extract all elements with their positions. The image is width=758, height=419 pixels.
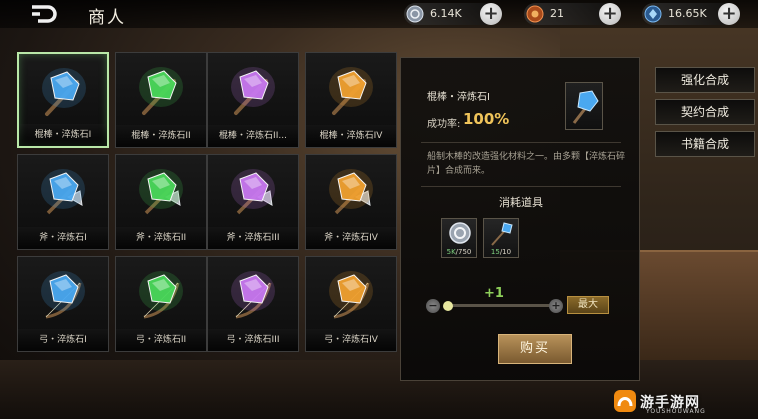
item-cell[interactable]: 弓・淬炼石I	[17, 256, 109, 352]
item-cell[interactable]: 棍棒・淬炼石IV	[305, 52, 397, 148]
refine-stone-icon	[572, 90, 599, 124]
item-cell[interactable]: 弓・淬炼石III	[207, 256, 299, 352]
item-grid: 棍棒・淬炼石I 棍棒・淬炼石II 棍棒・淬炼石II... 棍棒・淬炼石IV 斧・淬炼石I…	[17, 52, 397, 382]
decrease-button[interactable]: −	[426, 299, 440, 313]
item-label: 斧・淬炼石I	[39, 233, 87, 243]
item-label: 棍棒・淬炼石I	[34, 130, 92, 140]
item-label: 棍棒・淬炼石II	[131, 131, 191, 141]
refine-stone-axe-icon	[329, 169, 373, 215]
add-silver-button[interactable]: +	[480, 3, 502, 25]
silver-coin-icon	[449, 222, 471, 244]
item-label: 棍棒・淬炼石IV	[319, 131, 383, 141]
consume-title: 消耗道具	[499, 196, 543, 209]
material-have: 15	[490, 248, 500, 256]
refine-stone-bow-icon	[139, 271, 183, 319]
item-label: 斧・淬炼石IV	[324, 233, 378, 243]
refine-shard-icon	[491, 222, 513, 246]
page-title: 商人	[88, 8, 126, 28]
item-cell[interactable]: 弓・淬炼石II	[115, 256, 207, 352]
quantity-slider[interactable]	[445, 304, 555, 307]
item-label: 弓・淬炼石III	[226, 335, 280, 345]
item-cell[interactable]: 斧・淬炼石IV	[305, 154, 397, 250]
refine-stone-club-icon	[42, 68, 86, 116]
item-label: 弓・淬炼石II	[135, 335, 187, 345]
item-label: 斧・淬炼石II	[135, 233, 187, 243]
refine-stone-bow-icon	[329, 271, 373, 319]
slider-knob[interactable]	[443, 301, 453, 311]
item-cell[interactable]: 弓・淬炼石IV	[305, 256, 397, 352]
refine-stone-club-icon	[139, 67, 183, 115]
add-gem-button[interactable]: +	[718, 3, 740, 25]
refine-stone-bow-icon	[231, 271, 275, 319]
success-rate-value: 100%	[463, 110, 510, 128]
currency-value: 16.65K	[668, 7, 707, 20]
refine-stone-axe-icon	[41, 169, 85, 215]
top-bar: 商人 6.14K + 21 + 16.65K +	[0, 0, 758, 28]
refine-stone-axe-icon	[231, 169, 275, 215]
success-rate-label: 成功率:	[427, 119, 461, 130]
material-need: 10	[502, 248, 512, 256]
back-arrow-icon	[32, 5, 57, 23]
tab-book-synthesis[interactable]: 书籍合成	[655, 131, 755, 157]
item-label: 弓・淬炼石I	[39, 335, 87, 345]
currency-value: 6.14K	[430, 7, 462, 20]
refine-stone-club-icon	[231, 67, 275, 115]
item-cell[interactable]: 斧・淬炼石II	[115, 154, 207, 250]
bronze-token-icon	[526, 5, 544, 23]
material-need: 750	[458, 248, 472, 256]
item-cell[interactable]: 棍棒・淬炼石I	[17, 52, 109, 148]
material-slot[interactable]: 15/10	[483, 218, 519, 258]
material-count: 5K/750	[446, 248, 472, 256]
material-slot[interactable]: 5K/750	[441, 218, 477, 258]
quantity-value: +1	[484, 286, 504, 301]
blue-gem-icon	[644, 5, 662, 23]
divider	[421, 142, 621, 143]
watermark-subtext: YOUSHOUWANG	[646, 408, 706, 415]
buy-button[interactable]: 购买	[498, 334, 572, 364]
silver-coin-icon	[406, 5, 424, 23]
item-label: 弓・淬炼石IV	[324, 335, 378, 345]
tab-contract-synthesis[interactable]: 契约合成	[655, 99, 755, 125]
item-description: 船制木棒的改造强化材料之一。由多颗【淬炼石碎片】合成而来。	[427, 152, 626, 176]
item-name: 棍棒・淬炼石I	[427, 92, 490, 103]
divider	[421, 186, 621, 187]
item-cell[interactable]: 斧・淬炼石I	[17, 154, 109, 250]
item-cell[interactable]: 斧・淬炼石III	[207, 154, 299, 250]
item-cell[interactable]: 棍棒・淬炼石II...	[207, 52, 299, 148]
item-thumbnail	[565, 82, 603, 130]
increase-button[interactable]: +	[549, 299, 563, 313]
item-label: 棍棒・淬炼石II...	[219, 131, 287, 141]
refine-stone-axe-icon	[139, 169, 183, 215]
refine-stone-club-icon	[329, 67, 373, 115]
currency-value: 21	[550, 7, 564, 20]
refine-stone-bow-icon	[41, 271, 85, 319]
item-detail-panel: 棍棒・淬炼石I 成功率: 100% 船制木棒的改造强化材料之一。由多颗【淬炼石碎…	[400, 57, 640, 381]
material-have: 5K	[446, 248, 456, 256]
material-count: 15/10	[490, 248, 512, 256]
item-cell[interactable]: 棍棒・淬炼石II	[115, 52, 207, 148]
max-button[interactable]: 最大	[567, 296, 609, 314]
back-button[interactable]	[30, 4, 58, 24]
add-bronze-button[interactable]: +	[599, 3, 621, 25]
item-label: 斧・淬炼石III	[226, 233, 280, 243]
tab-enhance-synthesis[interactable]: 强化合成	[655, 67, 755, 93]
